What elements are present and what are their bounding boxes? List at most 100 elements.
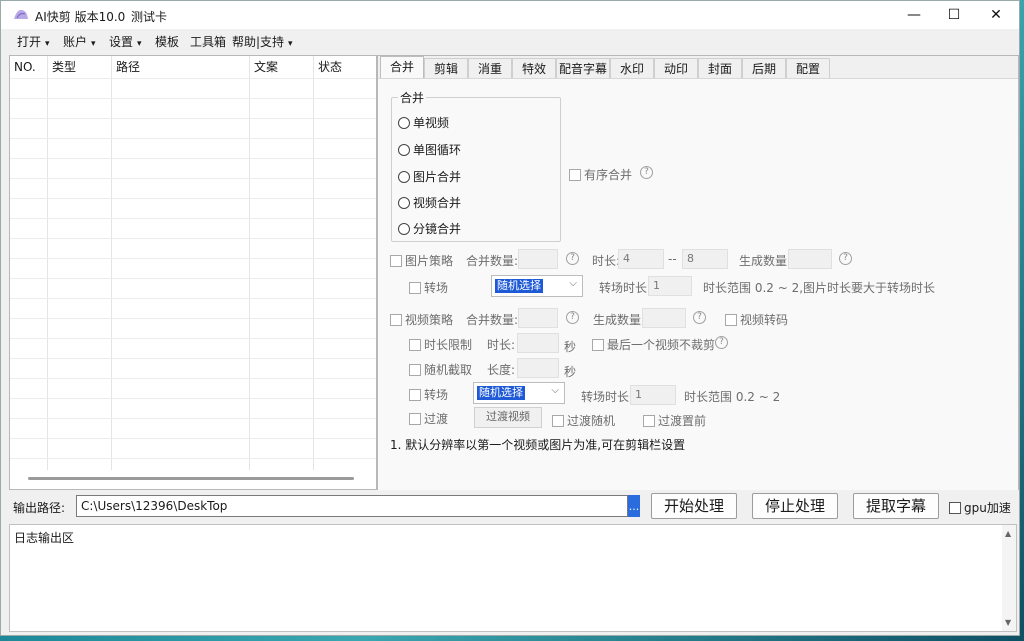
image-duration-min-input[interactable]: 4 (618, 249, 664, 269)
radio-single-video[interactable]: 单视频 (398, 114, 449, 131)
image-strategy-checkbox[interactable]: 图片策略 (390, 252, 453, 269)
checkbox-icon (409, 413, 421, 425)
tab-watermark[interactable]: 水印 (610, 58, 654, 78)
video-transition-checkbox[interactable]: 转场 (409, 386, 448, 403)
tab-effects[interactable]: 特效 (512, 58, 556, 78)
tab-dedup[interactable]: 消重 (468, 58, 512, 78)
ordered-merge-checkbox[interactable]: 有序合并 (569, 166, 632, 183)
checkbox-icon (569, 169, 581, 181)
scroll-down-icon[interactable]: ▼ (1005, 618, 1011, 627)
tab-post[interactable]: 后期 (742, 58, 786, 78)
tab-cover[interactable]: 封面 (698, 58, 742, 78)
row-divider (10, 78, 376, 79)
menu-template[interactable]: 模板 (155, 33, 179, 50)
tab-edit[interactable]: 剪辑 (424, 58, 468, 78)
column-header-path[interactable]: 路径 (112, 56, 250, 78)
output-path-row: 输出路径: C:\Users\12396\DeskTop ... 开始处理 停止… (1, 491, 1019, 521)
vertical-scrollbar[interactable]: ▲ ▼ (1002, 525, 1016, 631)
menu-help[interactable]: 帮助|支持 ▾ (232, 33, 293, 50)
image-transition-select[interactable]: 随机选择 ⌵ (491, 275, 583, 297)
radio-image-merge[interactable]: 图片合并 (398, 168, 461, 185)
video-strategy-checkbox[interactable]: 视频策略 (390, 311, 453, 328)
checkbox-icon (592, 339, 604, 351)
help-icon[interactable]: ? (715, 336, 728, 349)
log-output[interactable]: 日志输出区 ▲ ▼ (9, 524, 1017, 632)
help-icon[interactable]: ? (566, 311, 579, 324)
fade-front-checkbox[interactable]: 过渡置前 (643, 412, 706, 429)
close-button[interactable]: ✕ (973, 1, 1019, 29)
tab-config[interactable]: 配置 (786, 58, 830, 78)
video-transcode-checkbox[interactable]: 视频转码 (725, 311, 788, 328)
video-merge-count-input[interactable] (518, 308, 558, 328)
help-icon[interactable]: ? (693, 311, 706, 324)
fade-checkbox[interactable]: 过渡 (409, 410, 448, 427)
row-divider (10, 198, 376, 199)
image-transition-duration-input[interactable]: 1 (648, 276, 692, 296)
video-transition-select[interactable]: 随机选择 ⌵ (473, 382, 565, 404)
column-header-no[interactable]: NO. (10, 56, 48, 78)
chevron-down-icon: ▾ (45, 39, 50, 49)
checkbox-icon (725, 314, 737, 326)
help-icon[interactable]: ? (839, 252, 852, 265)
log-title: 日志输出区 (14, 531, 75, 545)
extract-subtitles-button[interactable]: 提取字幕 (853, 493, 939, 519)
tab-dubbing[interactable]: 配音字幕 (556, 58, 610, 78)
row-divider (10, 158, 376, 159)
fade-video-button[interactable]: 过渡视频 (474, 407, 542, 428)
menu-open[interactable]: 打开 ▾ (17, 33, 50, 50)
row-divider (10, 438, 376, 439)
menu-bar: 打开 ▾ 账户 ▾ 设置 ▾ 模板 工具箱 帮助|支持 ▾ (1, 29, 1019, 51)
row-divider (10, 238, 376, 239)
video-length-input[interactable] (517, 358, 559, 378)
radio-icon (398, 197, 410, 209)
menu-toolbox[interactable]: 工具箱 (190, 33, 226, 50)
help-icon[interactable]: ? (640, 166, 653, 179)
row-divider (10, 258, 376, 259)
image-merge-count-label: 合并数量: (466, 254, 519, 268)
fade-random-checkbox[interactable]: 过渡随机 (552, 412, 615, 429)
gpu-accel-checkbox[interactable]: gpu加速 (949, 499, 1011, 516)
image-duration-max-input[interactable]: 8 (682, 249, 728, 269)
row-divider (10, 138, 376, 139)
start-process-button[interactable]: 开始处理 (651, 493, 737, 519)
tab-merge[interactable]: 合并 (380, 56, 424, 79)
file-list[interactable]: NO. 类型 路径 文案 状态 (9, 55, 377, 490)
video-duration-input[interactable] (517, 333, 559, 353)
stop-process-button[interactable]: 停止处理 (752, 493, 838, 519)
duration-limit-checkbox[interactable]: 时长限制 (409, 336, 472, 353)
image-merge-count-input[interactable] (518, 249, 558, 269)
maximize-button[interactable]: ☐ (931, 1, 977, 29)
video-merge-count-label: 合并数量: (466, 313, 519, 327)
video-duration-label: 时长: (487, 338, 516, 352)
radio-icon (398, 171, 410, 183)
column-header-script[interactable]: 文案 (250, 56, 314, 78)
random-cut-checkbox[interactable]: 随机截取 (409, 361, 472, 378)
video-gen-count-input[interactable] (642, 308, 686, 328)
checkbox-icon (409, 389, 421, 401)
radio-video-merge[interactable]: 视频合并 (398, 194, 461, 211)
menu-account[interactable]: 账户 ▾ (63, 33, 96, 50)
column-header-type[interactable]: 类型 (48, 56, 112, 78)
output-path-input[interactable]: C:\Users\12396\DeskTop (76, 495, 628, 517)
tab-motion[interactable]: 动印 (654, 58, 698, 78)
image-gen-count-input[interactable] (788, 249, 832, 269)
license-label: 测试卡 (131, 10, 168, 24)
checkbox-icon (409, 282, 421, 294)
help-icon[interactable]: ? (566, 252, 579, 265)
radio-icon (398, 144, 410, 156)
video-transition-duration-input[interactable]: 1 (630, 385, 676, 405)
chevron-down-icon: ⌵ (569, 278, 577, 289)
menu-settings[interactable]: 设置 ▾ (109, 33, 142, 50)
horizontal-scrollbar[interactable] (28, 477, 354, 480)
image-transition-checkbox[interactable]: 转场 (409, 279, 448, 296)
video-transition-range-note: 时长范围 0.2 ~ 2 (684, 390, 781, 404)
radio-single-image-loop[interactable]: 单图循环 (398, 141, 461, 158)
radio-storyboard-merge[interactable]: 分镜合并 (398, 220, 461, 237)
scroll-up-icon[interactable]: ▲ (1005, 529, 1011, 538)
browse-button[interactable]: ... (628, 495, 640, 517)
column-header-status[interactable]: 状态 (314, 56, 376, 78)
merge-tab-content: 合并 单视频 单图循环 图片合并 视频合并 分镜合并 有序合并 ? 图片策略 合… (378, 78, 1018, 490)
seconds-unit: 秒 (564, 340, 577, 354)
chevron-down-icon: ▾ (91, 39, 96, 49)
no-cut-last-checkbox[interactable]: 最后一个视频不裁剪 (592, 336, 715, 353)
